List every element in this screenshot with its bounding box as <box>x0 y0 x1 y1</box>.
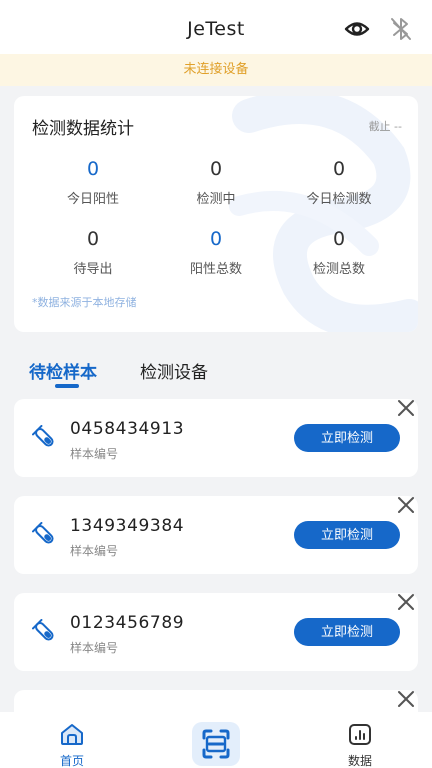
close-icon[interactable] <box>395 397 417 419</box>
stat-pending-export[interactable]: 0 待导出 <box>33 228 153 277</box>
tab-pending-samples[interactable]: 待检样本 <box>29 358 97 383</box>
close-icon[interactable] <box>395 494 417 516</box>
sample-number-label: 样本编号 <box>70 447 119 461</box>
connection-status-banner: 未连接设备 <box>0 54 432 86</box>
sample-number: 1349349384 <box>70 516 185 536</box>
nav-data-label: 数据 <box>347 754 372 768</box>
sample-number-label: 样本编号 <box>70 544 119 558</box>
stat-label: 待导出 <box>73 262 113 277</box>
stats-title: 检测数据统计 <box>32 119 134 139</box>
stat-value: 0 <box>332 158 346 180</box>
top-bar: JeTest <box>0 0 432 54</box>
sample-number: 0458434913 <box>70 419 185 439</box>
stat-label: 今日检测数 <box>306 192 372 207</box>
stat-today-positive[interactable]: 0 今日阳性 <box>33 158 153 207</box>
test-now-button[interactable]: 立即检测 <box>294 521 400 549</box>
bluetooth-off-icon[interactable] <box>389 15 413 43</box>
stat-label: 检测总数 <box>312 262 365 277</box>
stat-total-positive[interactable]: 0 阳性总数 <box>156 228 276 277</box>
sample-number-label: 样本编号 <box>70 641 119 655</box>
stat-testing[interactable]: 0 检测中 <box>156 158 276 207</box>
test-now-button[interactable]: 立即检测 <box>294 424 400 452</box>
active-tab-indicator <box>55 384 79 388</box>
eye-icon[interactable] <box>343 15 371 43</box>
close-icon[interactable] <box>395 591 417 613</box>
scan-button[interactable] <box>192 722 240 766</box>
sample-number: 0123456789 <box>70 613 185 633</box>
data-chart-icon <box>349 724 371 745</box>
stat-total-tests[interactable]: 0 检测总数 <box>279 228 399 277</box>
stats-data-source-note: *数据来源于本地存储 <box>32 296 137 309</box>
stats-cutoff-time: 截止 -- <box>368 120 402 133</box>
stat-value: 0 <box>86 158 100 180</box>
sample-card[interactable]: 0458434913 样本编号 立即检测 <box>14 399 418 477</box>
nav-home[interactable]: 首页 <box>42 722 102 768</box>
stat-label: 阳性总数 <box>189 262 242 277</box>
stat-today-tests[interactable]: 0 今日检测数 <box>279 158 399 207</box>
stat-label: 今日阳性 <box>66 192 119 207</box>
stat-label: 检测中 <box>196 192 236 207</box>
test-now-button[interactable]: 立即检测 <box>294 618 400 646</box>
nav-home-label: 首页 <box>59 754 84 768</box>
bottom-tab-bar: 首页 数据 <box>0 712 432 768</box>
stats-card: 检测数据统计 截止 -- 0 今日阳性 0 检测中 0 今日检测数 0 待导出 … <box>14 96 418 332</box>
test-tube-icon <box>32 522 54 544</box>
close-icon[interactable] <box>395 688 417 710</box>
nav-data[interactable]: 数据 <box>330 722 390 768</box>
stat-value: 0 <box>209 158 223 180</box>
stat-value: 0 <box>332 228 346 250</box>
stat-value: 0 <box>86 228 100 250</box>
home-icon <box>61 724 83 745</box>
sample-card[interactable]: 1349349384 样本编号 立即检测 <box>14 496 418 574</box>
stat-value: 0 <box>209 228 223 250</box>
test-tube-icon <box>32 425 54 447</box>
test-tube-icon <box>32 619 54 641</box>
scan-icon <box>202 729 230 759</box>
sample-card[interactable]: 0123456789 样本编号 立即检测 <box>14 593 418 671</box>
tab-test-devices[interactable]: 检测设备 <box>140 358 208 383</box>
